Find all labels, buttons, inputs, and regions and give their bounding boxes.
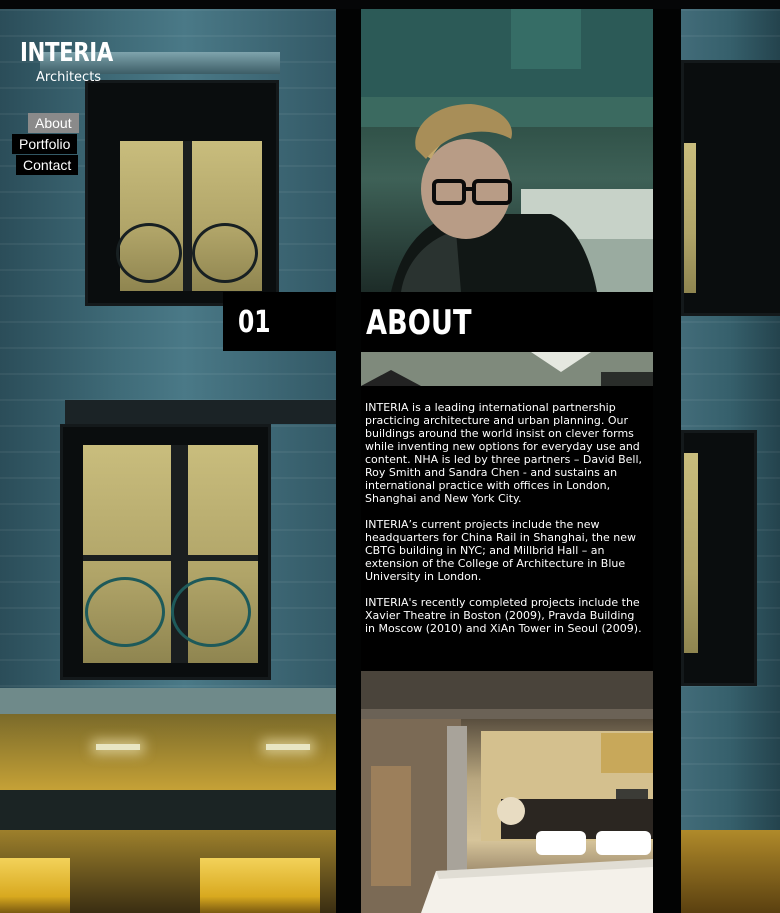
section-title: ABOUT (366, 303, 472, 343)
brand-subtitle: Architects (36, 70, 102, 85)
section-number-box: 01 (223, 292, 336, 351)
interior-photo (361, 671, 653, 913)
upper-window (85, 80, 279, 306)
section-title-box: ABOUT (361, 292, 653, 352)
brand-title[interactable]: INTERIA (20, 38, 113, 68)
portrait-photo (361, 9, 653, 292)
about-paragraph: INTERIA is a leading international partn… (365, 401, 643, 505)
brand: INTERIA Architects (20, 38, 133, 85)
nav-item-portfolio[interactable]: Portfolio (12, 134, 78, 154)
interior-illustration (361, 671, 653, 913)
portrait-illustration (361, 9, 653, 292)
lower-window (60, 424, 271, 680)
about-paragraph: INTERIA’s current projects include the n… (365, 518, 637, 583)
column-gap-right (653, 9, 681, 913)
right-window (681, 60, 780, 316)
nav-item-contact[interactable]: Contact (16, 155, 79, 175)
about-text: INTERIA is a leading international partn… (361, 386, 653, 671)
ledge (65, 400, 336, 424)
top-strip (0, 0, 780, 9)
strip-illustration (361, 352, 653, 386)
lamp (96, 744, 140, 750)
right-window (681, 430, 757, 686)
about-paragraph: INTERIA's recently completed projects in… (365, 596, 642, 635)
nav-item-about[interactable]: About (28, 113, 79, 133)
section-number: 01 (238, 305, 271, 340)
column-gap-left (336, 9, 361, 913)
cornice (0, 688, 336, 714)
photo-strip (361, 352, 653, 386)
lamp (266, 744, 310, 750)
